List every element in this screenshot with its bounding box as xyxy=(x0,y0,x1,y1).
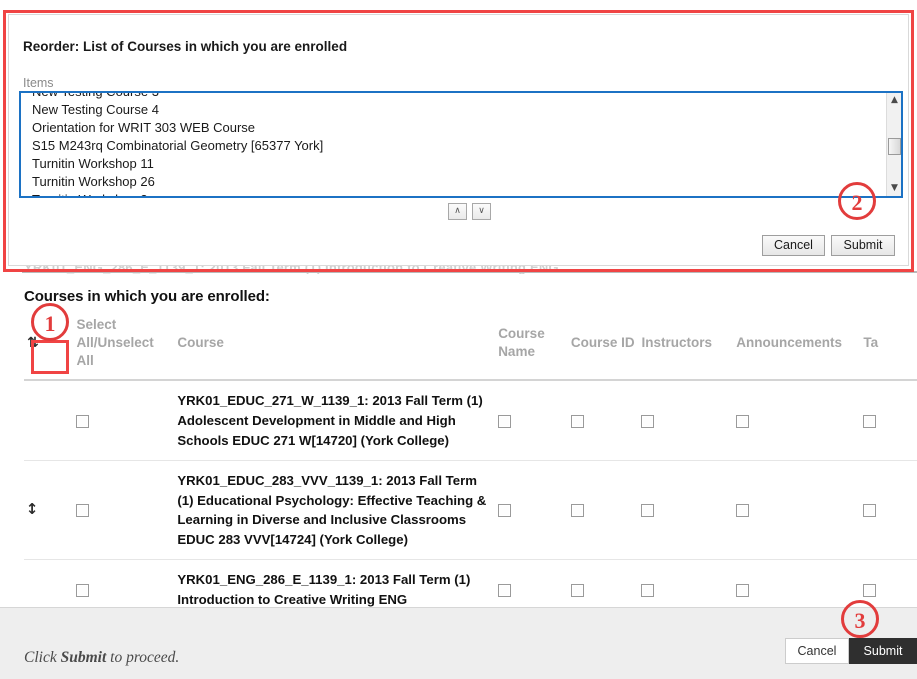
reorder-icon[interactable]: ⇅ xyxy=(24,334,42,352)
row-course-name: YRK01_EDUC_283_VVV_1139_1: 2013 Fall Ter… xyxy=(177,460,499,561)
screenshot-root: YRK01_ENG_286_E_1139_1: 2013 Fall Term (… xyxy=(0,0,917,679)
row-reorder-cell xyxy=(24,380,77,462)
list-item[interactable]: Orientation for WRIT 303 WEB Course xyxy=(21,119,887,137)
items-label: Items xyxy=(23,76,54,90)
footer-cancel-button[interactable]: Cancel xyxy=(785,638,849,664)
column-header-instructors[interactable]: Instructors xyxy=(641,312,737,382)
footer-message-bold: Submit xyxy=(60,649,107,666)
scroll-up-arrow-icon[interactable]: ▲ xyxy=(887,93,901,108)
row-select-checkbox[interactable] xyxy=(76,583,90,597)
reorder-dialog: Reorder: List of Courses in which you ar… xyxy=(8,14,909,266)
drag-handle-icon[interactable]: ↕ xyxy=(24,500,40,518)
row-select-checkbox[interactable] xyxy=(76,504,90,518)
column-header-tasks[interactable]: Ta xyxy=(863,312,917,382)
listbox-scrollbar[interactable]: ▲ ▼ xyxy=(886,93,901,196)
instructors-checkbox[interactable] xyxy=(641,414,655,428)
column-header-course[interactable]: Course xyxy=(177,312,499,382)
course-id-checkbox[interactable] xyxy=(570,414,584,428)
list-item[interactable]: Turnitin Workshop 3 xyxy=(21,191,887,196)
course-id-checkbox[interactable] xyxy=(570,583,584,597)
course-name-checkbox[interactable] xyxy=(498,504,512,518)
footer-message-suffix: to proceed. xyxy=(106,649,180,666)
move-up-button[interactable]: ∧ xyxy=(448,203,467,220)
enrolled-courses-table: ⇅ Select All/Unselect All Course Course … xyxy=(24,312,917,621)
table-row: ↕ YRK01_EDUC_283_VVV_1139_1: 2013 Fall T… xyxy=(24,460,917,561)
row-reorder-cell: ↕ xyxy=(24,460,77,561)
row-course-name: YRK01_EDUC_271_W_1139_1: 2013 Fall Term … xyxy=(177,380,499,462)
column-header-announcements[interactable]: Announcements xyxy=(736,312,864,382)
column-header-course-id[interactable]: Course ID xyxy=(570,312,642,382)
announcements-checkbox[interactable] xyxy=(736,583,750,597)
table-row: YRK01_EDUC_271_W_1139_1: 2013 Fall Term … xyxy=(24,380,917,462)
move-buttons-group: ∧ ∨ xyxy=(448,203,498,221)
list-item[interactable]: S15 M243rq Combinatorial Geometry [65377… xyxy=(21,137,887,155)
move-down-button[interactable]: ∨ xyxy=(472,203,491,220)
horizontal-rule xyxy=(22,271,917,273)
row-select-cell xyxy=(76,460,178,561)
list-item[interactable]: New Testing Course 3 xyxy=(21,93,887,101)
table-header-row: ⇅ Select All/Unselect All Course Course … xyxy=(24,312,917,382)
dialog-cancel-button[interactable]: Cancel xyxy=(762,235,825,256)
tasks-checkbox[interactable] xyxy=(863,414,877,428)
column-header-reorder: ⇅ xyxy=(24,312,77,382)
row-course-id-checkbox-cell xyxy=(570,380,642,462)
scroll-down-arrow-icon[interactable]: ▼ xyxy=(887,181,901,196)
reorder-list: New Testing Course 3 New Testing Course … xyxy=(21,93,887,196)
list-item[interactable]: Turnitin Workshop 11 xyxy=(21,155,887,173)
reorder-dialog-title: Reorder: List of Courses in which you ar… xyxy=(23,39,348,54)
footer-message: Click Submit to proceed. xyxy=(24,649,179,667)
row-select-checkbox[interactable] xyxy=(76,414,90,428)
row-course-name-checkbox-cell xyxy=(498,380,571,462)
column-header-select-all[interactable]: Select All/Unselect All xyxy=(76,312,178,382)
reorder-listbox[interactable]: New Testing Course 3 New Testing Course … xyxy=(19,91,903,198)
page-title: Courses in which you are enrolled: xyxy=(24,288,270,305)
dialog-submit-button[interactable]: Submit xyxy=(831,235,895,256)
instructors-checkbox[interactable] xyxy=(641,504,655,518)
row-instructors-checkbox-cell xyxy=(641,380,737,462)
row-tasks-checkbox-cell xyxy=(863,380,917,462)
row-announcements-checkbox-cell xyxy=(736,460,864,561)
footer-submit-button[interactable]: Submit xyxy=(849,638,917,664)
course-name-checkbox[interactable] xyxy=(498,583,512,597)
announcements-checkbox[interactable] xyxy=(736,504,750,518)
announcements-checkbox[interactable] xyxy=(736,414,750,428)
course-id-checkbox[interactable] xyxy=(570,504,584,518)
footer-action-bar: Click Submit to proceed. xyxy=(0,607,917,679)
row-instructors-checkbox-cell xyxy=(641,460,737,561)
tasks-checkbox[interactable] xyxy=(863,583,877,597)
list-item[interactable]: New Testing Course 4 xyxy=(21,101,887,119)
column-header-course-name[interactable]: Course Name xyxy=(498,312,571,382)
row-course-id-checkbox-cell xyxy=(570,460,642,561)
instructors-checkbox[interactable] xyxy=(641,583,655,597)
row-announcements-checkbox-cell xyxy=(736,380,864,462)
row-course-name-checkbox-cell xyxy=(498,460,571,561)
row-tasks-checkbox-cell xyxy=(863,460,917,561)
list-item[interactable]: Turnitin Workshop 26 xyxy=(21,173,887,191)
tasks-checkbox[interactable] xyxy=(863,504,877,518)
footer-message-prefix: Click xyxy=(24,649,61,666)
scrollbar-thumb[interactable] xyxy=(888,138,901,155)
row-select-cell xyxy=(76,380,178,462)
course-name-checkbox[interactable] xyxy=(498,414,512,428)
